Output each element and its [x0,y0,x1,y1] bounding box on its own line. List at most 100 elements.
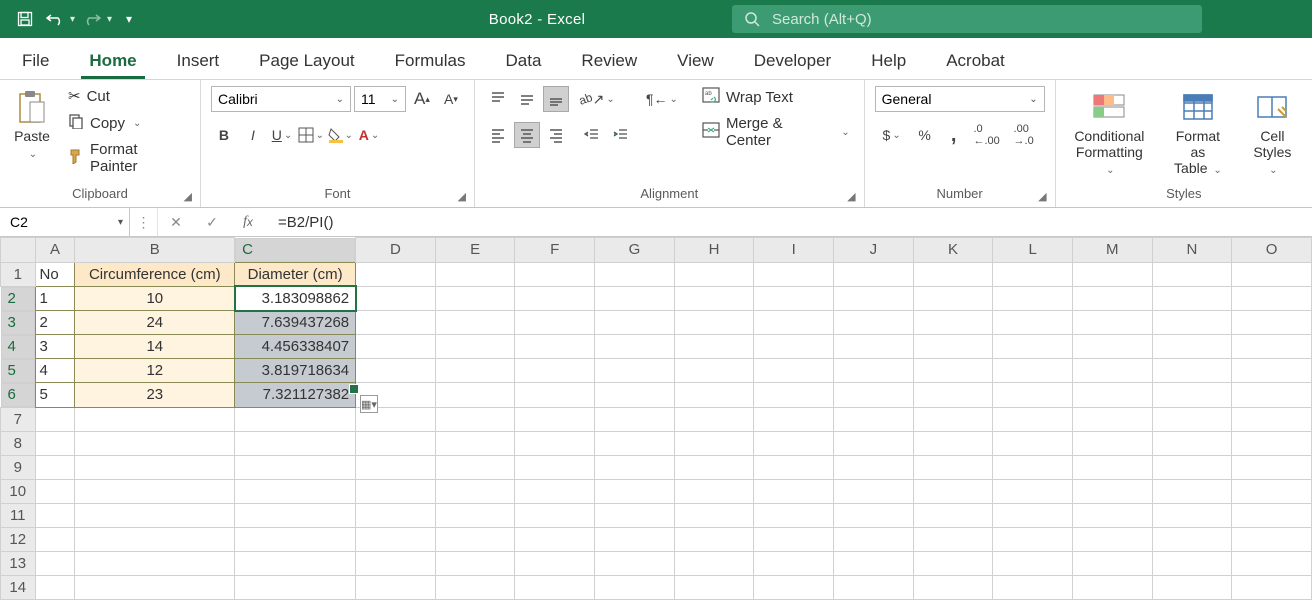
tab-view[interactable]: View [669,41,722,79]
cell-J10[interactable] [834,479,914,503]
cell-K8[interactable] [913,431,993,455]
cell-D14[interactable] [356,575,436,599]
cell-A3[interactable]: 2 [35,311,75,335]
cell-C5[interactable]: 3.819718634 [235,359,356,383]
alignment-dialog-icon[interactable]: ◢ [847,190,855,203]
cell-I6[interactable] [754,383,834,408]
cell-I12[interactable] [754,527,834,551]
cell-J6[interactable] [834,383,914,408]
wrap-text-button[interactable]: abWrap Text [698,86,854,108]
cell-L2[interactable] [993,286,1073,311]
search-box[interactable]: Search (Alt+Q) [732,5,1202,33]
cell-I4[interactable] [754,335,834,359]
tab-help[interactable]: Help [863,41,914,79]
cell-D9[interactable] [356,455,436,479]
cell-N4[interactable] [1152,335,1232,359]
cell-B1[interactable]: Circumference (cm) [75,262,235,286]
cell-C14[interactable] [235,575,356,599]
shrink-font-icon[interactable]: A▾ [438,86,464,112]
accounting-format-icon[interactable]: $⌄ [875,122,909,148]
cell-M13[interactable] [1072,551,1152,575]
cell-D11[interactable] [356,503,436,527]
redo-button[interactable] [79,6,105,32]
cell-N8[interactable] [1152,431,1232,455]
cell-H2[interactable] [674,286,754,311]
cell-N12[interactable] [1152,527,1232,551]
fill-handle-icon[interactable] [350,385,358,393]
cell-J11[interactable] [834,503,914,527]
cell-E4[interactable] [435,335,515,359]
col-header-O[interactable]: O [1232,238,1312,263]
cell-E3[interactable] [435,311,515,335]
cell-H12[interactable] [674,527,754,551]
orientation-icon[interactable]: ab↗⌄ [579,86,615,112]
decrease-indent-icon[interactable] [579,122,605,148]
cell-H8[interactable] [674,431,754,455]
cell-O3[interactable] [1232,311,1312,335]
italic-button[interactable]: I [240,122,266,148]
cell-G5[interactable] [595,359,675,383]
cell-B10[interactable] [75,479,235,503]
cell-H6[interactable] [674,383,754,408]
col-header-G[interactable]: G [595,238,675,263]
borders-button[interactable]: ⌄ [298,122,324,148]
cell-O2[interactable] [1232,286,1312,311]
bold-button[interactable]: B [211,122,237,148]
cell-N11[interactable] [1152,503,1232,527]
cell-F12[interactable] [515,527,595,551]
cell-J3[interactable] [834,311,914,335]
cell-M1[interactable] [1072,262,1152,286]
cell-D12[interactable] [356,527,436,551]
name-box[interactable]: C2▾ [0,208,130,236]
row-header-3[interactable]: 3 [1,311,35,335]
cell-F5[interactable] [515,359,595,383]
increase-decimal-icon[interactable]: .0←.00 [970,122,1004,148]
cell-K6[interactable] [913,383,993,408]
cell-M8[interactable] [1072,431,1152,455]
spreadsheet-grid[interactable]: ABCDEFGHIJKLMNO1NoCircumference (cm)Diam… [0,237,1312,600]
cell-M4[interactable] [1072,335,1152,359]
cell-L12[interactable] [993,527,1073,551]
cell-M12[interactable] [1072,527,1152,551]
cell-G14[interactable] [595,575,675,599]
cell-N7[interactable] [1152,407,1232,431]
row-header-9[interactable]: 9 [1,455,36,479]
cell-C13[interactable] [235,551,356,575]
cell-K3[interactable] [913,311,993,335]
col-header-F[interactable]: F [515,238,595,263]
cell-O9[interactable] [1232,455,1312,479]
cell-O12[interactable] [1232,527,1312,551]
cell-D8[interactable] [356,431,436,455]
cell-C8[interactable] [235,431,356,455]
number-format-select[interactable]: General⌄ [875,86,1045,112]
cell-J14[interactable] [834,575,914,599]
cell-E8[interactable] [435,431,515,455]
cell-C11[interactable] [235,503,356,527]
font-name-select[interactable]: Calibri⌄ [211,86,351,112]
cell-E11[interactable] [435,503,515,527]
format-as-table-button[interactable]: Format asTable ⌄ [1163,86,1233,179]
cell-B7[interactable] [75,407,235,431]
cell-H9[interactable] [674,455,754,479]
cell-N1[interactable] [1152,262,1232,286]
cell-N14[interactable] [1152,575,1232,599]
cell-B6[interactable]: 23 [75,383,235,408]
cell-I5[interactable] [754,359,834,383]
cell-C10[interactable] [235,479,356,503]
cell-N10[interactable] [1152,479,1232,503]
cell-M6[interactable] [1072,383,1152,408]
row-header-4[interactable]: 4 [1,335,35,359]
cell-G2[interactable] [595,286,675,311]
cell-F8[interactable] [515,431,595,455]
cell-L6[interactable] [993,383,1073,408]
cell-G11[interactable] [595,503,675,527]
cell-N9[interactable] [1152,455,1232,479]
cell-M9[interactable] [1072,455,1152,479]
cell-J13[interactable] [834,551,914,575]
tab-insert[interactable]: Insert [169,41,228,79]
cell-G13[interactable] [595,551,675,575]
copy-button[interactable]: Copy⌄ [64,112,190,134]
cell-F13[interactable] [515,551,595,575]
cell-M10[interactable] [1072,479,1152,503]
cell-O1[interactable] [1232,262,1312,286]
